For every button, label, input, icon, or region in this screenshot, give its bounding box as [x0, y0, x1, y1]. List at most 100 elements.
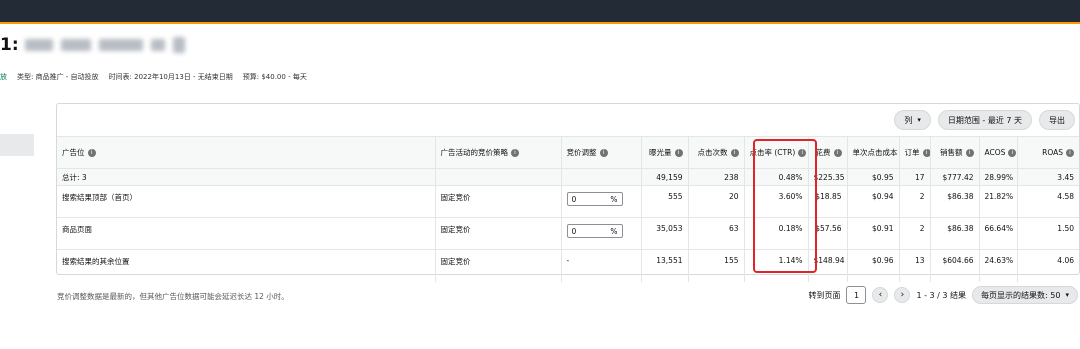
row-strategy: 固定竞价	[434, 217, 561, 250]
header-ctr[interactable]: 点击率 (CTR) i	[743, 136, 808, 169]
campaign-schedule: 时间表: 2022年10月13日 - 无结束日期	[108, 73, 233, 81]
chevron-right-icon[interactable]: ›	[894, 287, 911, 303]
header-roas[interactable]: ROAS i	[1016, 136, 1079, 169]
top-navigation-bar	[0, 0, 1080, 22]
campaign-type: 类型: 商品推广 - 自动投放	[17, 73, 99, 81]
row-ctr: 1.14%	[743, 249, 808, 282]
table-row: 搜索结果顶部（首页） 固定竞价 0% 555 20 3.60% $18.85 $…	[57, 185, 1079, 218]
info-icon[interactable]: i	[730, 149, 739, 157]
row-cpc: $0.96	[846, 249, 899, 282]
row-placement: 商品页面	[57, 217, 435, 250]
info-icon[interactable]: i	[965, 149, 974, 157]
total-clicks: 238	[687, 168, 744, 186]
columns-button[interactable]: 列 ▾	[894, 110, 931, 130]
export-button[interactable]: 导出	[1039, 110, 1075, 130]
results-per-page-select[interactable]: 每页显示的结果数: 50 ▾	[972, 286, 1078, 304]
row-sales: $86.38	[929, 185, 979, 218]
campaign-title: 1:	[0, 34, 185, 56]
info-icon[interactable]: i	[833, 149, 842, 157]
header-bid-adjustment[interactable]: 竞价调整 i	[560, 136, 641, 169]
info-icon[interactable]: i	[599, 149, 608, 157]
placement-report-panel: 列 ▾ 日期范围 - 最近 7 天 导出 广告位 i 广告活动的竞价策略 i 竞价调…	[56, 103, 1080, 282]
row-impressions: 555	[640, 185, 688, 218]
row-orders: 2	[898, 217, 930, 250]
redacted-campaign-name	[24, 37, 185, 53]
goto-page-label: 转到页面	[808, 290, 841, 300]
table-header-row: 广告位 i 广告活动的竞价策略 i 竞价调整 i 曝光量 i 点击次数 i 点击率 (CT…	[57, 136, 1079, 169]
total-ctr: 0.48%	[743, 168, 808, 186]
row-acos: 66.64%	[978, 217, 1017, 250]
percent-unit: %	[610, 226, 618, 236]
row-roas: 4.06	[1016, 249, 1079, 282]
row-ctr: 0.18%	[743, 217, 808, 250]
row-bid-adjustment: 0%	[560, 217, 641, 250]
info-icon[interactable]: i	[1066, 149, 1074, 157]
bid-adjustment-input[interactable]: 0%	[566, 192, 623, 206]
header-spend[interactable]: 花费 i	[807, 136, 847, 169]
percent-unit: %	[610, 194, 618, 204]
row-roas: 4.58	[1016, 185, 1079, 218]
row-cpc: $0.94	[846, 185, 899, 218]
row-placement: 搜索结果顶部（首页）	[57, 185, 435, 218]
total-acos: 28.99%	[978, 168, 1017, 186]
row-sales: $86.38	[929, 217, 979, 250]
header-bid-strategy[interactable]: 广告活动的竞价策略 i	[434, 136, 561, 169]
date-range-label: 日期范围 - 最近 7 天	[947, 115, 1022, 125]
export-label: 导出	[1049, 115, 1065, 125]
total-roas: 3.45	[1016, 168, 1079, 186]
total-impressions: 49,159	[640, 168, 688, 186]
header-clicks[interactable]: 点击次数 i	[687, 136, 744, 169]
header-orders[interactable]: 订单 i	[898, 136, 930, 169]
campaign-budget: 预算: $40.00 - 每天	[242, 73, 307, 81]
table-row: 搜索结果的其余位置 固定竞价 - 13,551 155 1.14% $148.9…	[57, 249, 1079, 282]
row-clicks: 63	[687, 217, 744, 250]
row-cpc: $0.91	[846, 217, 899, 250]
total-spend: $225.35	[807, 168, 847, 186]
chevron-left-icon[interactable]: ‹	[872, 287, 889, 303]
row-ctr: 3.60%	[743, 185, 808, 218]
row-strategy: 固定竞价	[434, 185, 561, 218]
campaign-status: 放	[0, 73, 7, 81]
total-label: 总计: 3	[57, 168, 435, 186]
row-impressions: 35,053	[640, 217, 688, 250]
info-icon[interactable]: i	[511, 149, 519, 157]
info-icon[interactable]: i	[798, 149, 807, 157]
data-latency-note: 竞价调整数据是最新的，但其他广告位数据可能会延迟长达 12 小时。	[57, 292, 289, 301]
placement-table: 广告位 i 广告活动的竞价策略 i 竞价调整 i 曝光量 i 点击次数 i 点击率 (CT…	[57, 136, 1079, 282]
row-spend: $18.85	[807, 185, 847, 218]
chevron-down-icon: ▾	[1065, 291, 1069, 299]
header-impressions[interactable]: 曝光量 i	[640, 136, 688, 169]
bid-adjustment-input[interactable]: 0%	[566, 224, 623, 238]
row-strategy: 固定竞价	[434, 249, 561, 282]
page-number-input[interactable]: 1	[846, 286, 867, 304]
table-row: 商品页面 固定竞价 0% 35,053 63 0.18% $57.56 $0.9…	[57, 217, 1079, 250]
info-icon[interactable]: i	[922, 149, 930, 157]
header-sales[interactable]: 销售额 i	[929, 136, 979, 169]
total-cpc: $0.95	[846, 168, 899, 186]
results-range: 1 - 3 / 3 结果	[916, 290, 967, 300]
info-icon[interactable]: i	[87, 149, 96, 157]
header-acos[interactable]: ACOS i	[978, 136, 1017, 169]
row-acos: 24.63%	[978, 249, 1017, 282]
row-orders: 13	[898, 249, 930, 282]
row-bid-adjustment: -	[560, 249, 641, 282]
header-placement[interactable]: 广告位 i	[57, 136, 435, 169]
date-range-button[interactable]: 日期范围 - 最近 7 天	[937, 110, 1032, 130]
row-placement: 搜索结果的其余位置	[57, 249, 435, 282]
row-bid-adjustment: 0%	[560, 185, 641, 218]
total-sales: $777.42	[929, 168, 979, 186]
row-clicks: 155	[687, 249, 744, 282]
info-icon[interactable]: i	[674, 149, 683, 157]
row-acos: 21.82%	[978, 185, 1017, 218]
campaign-meta: 放 类型: 商品推广 - 自动投放 时间表: 2022年10月13日 - 无结束…	[0, 72, 307, 82]
total-orders: 17	[898, 168, 930, 186]
row-spend: $148.94	[807, 249, 847, 282]
sidebar-selected-item[interactable]	[0, 134, 34, 156]
columns-label: 列	[904, 115, 913, 125]
row-impressions: 13,551	[640, 249, 688, 282]
table-total-row: 总计: 3 49,159 238 0.48% $225.35 $0.95 17 …	[57, 168, 1079, 186]
row-orders: 2	[898, 185, 930, 218]
top-accent-line	[0, 22, 1080, 24]
info-icon[interactable]: i	[1008, 149, 1017, 157]
header-cpc[interactable]: 单次点击成本	[846, 136, 899, 169]
